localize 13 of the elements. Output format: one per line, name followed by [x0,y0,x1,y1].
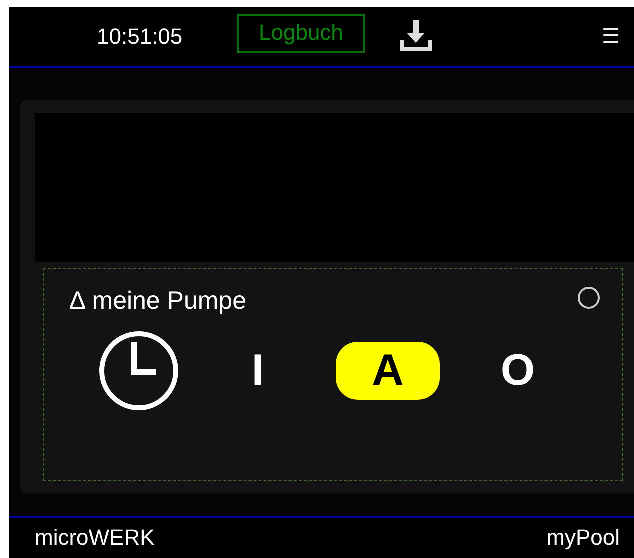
timer-mode-button[interactable] [98,330,180,412]
clock-icon [98,330,180,412]
clock-time: 10:51:05 [97,24,184,50]
status-circle-icon [578,286,600,308]
logbook-button[interactable]: Logbuch [237,14,366,52]
mode-button[interactable]: I [206,342,310,400]
brand-label: microWERK [35,525,155,551]
download-icon[interactable] [399,18,434,52]
mode-button[interactable]: A [336,342,440,400]
mode-button[interactable]: O [466,342,570,400]
product-label: myPool [546,525,620,551]
menu-button[interactable]: ☰ [602,24,620,49]
pump-title: ∆ meine Pumpe [70,287,246,316]
